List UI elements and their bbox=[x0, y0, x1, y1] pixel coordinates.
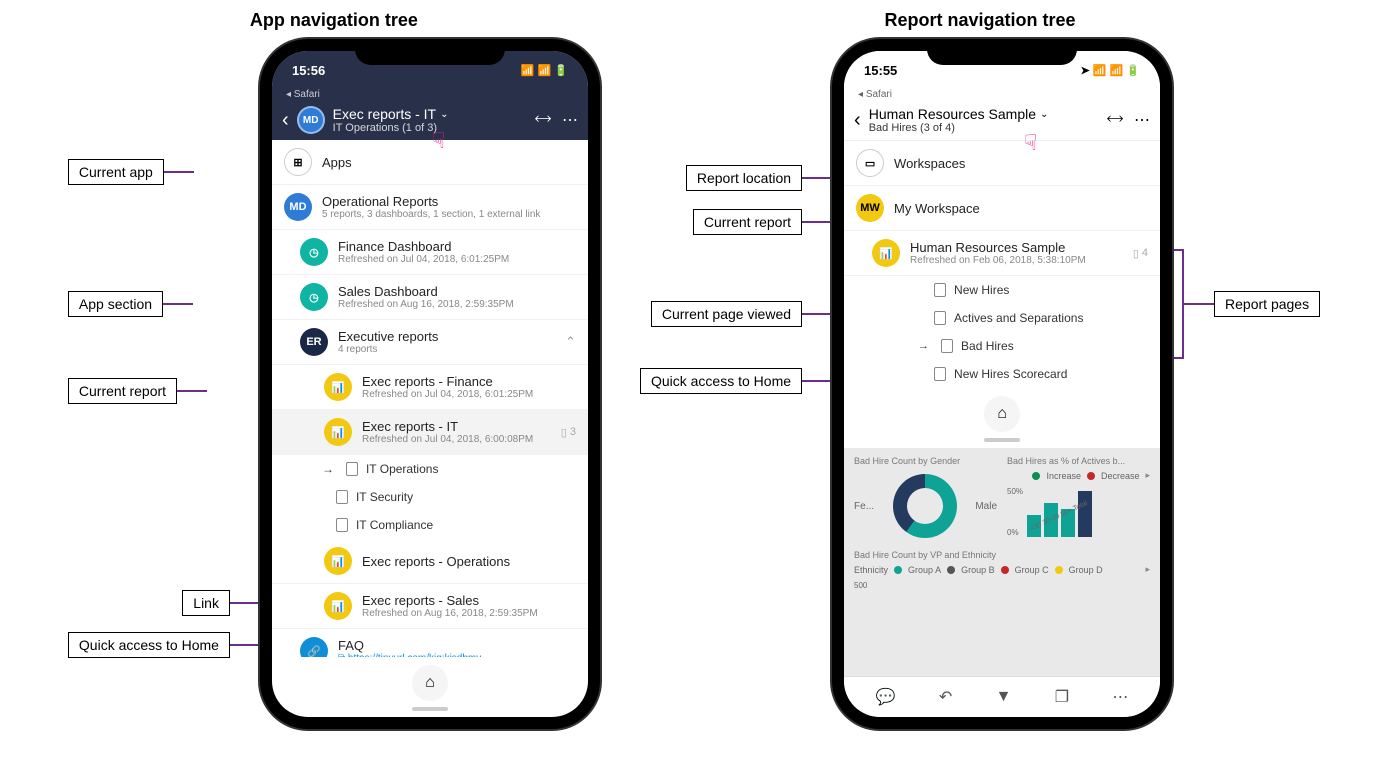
apps-icon: ⊞ bbox=[284, 148, 312, 176]
header-title[interactable]: Exec reports - IT ⌄ bbox=[333, 106, 528, 122]
left-section-title: App navigation tree bbox=[250, 10, 418, 31]
donut-label: Male bbox=[975, 501, 997, 512]
chart-title: Bad Hires as % of Actives b... bbox=[1007, 456, 1150, 466]
label-report-location: Report location bbox=[686, 165, 802, 191]
dashboard-row[interactable]: ◷ Sales DashboardRefreshed on Aug 16, 20… bbox=[272, 275, 588, 320]
donut-chart bbox=[893, 474, 957, 538]
page-row[interactable]: New Hires Scorecard bbox=[844, 360, 1160, 388]
label-current-app: Current app bbox=[68, 159, 164, 185]
more-icon[interactable]: ⋯ bbox=[562, 110, 578, 130]
expand-icon[interactable]: ⤢ bbox=[1102, 108, 1125, 131]
label-quick-home2: Quick access to Home bbox=[640, 368, 802, 394]
apps-row[interactable]: ⊞ Apps bbox=[272, 140, 588, 185]
report-icon: 📊 bbox=[872, 239, 900, 267]
page-count: ▯ 4 bbox=[1133, 247, 1148, 260]
section-row[interactable]: ER Executive reports4 reports ⌃ bbox=[272, 320, 588, 365]
report-row-current[interactable]: 📊 Exec reports - ITRefreshed on Jul 04, … bbox=[272, 410, 588, 455]
page-row-current[interactable]: IT Operations bbox=[272, 455, 588, 483]
section-avatar: ER bbox=[300, 328, 328, 356]
back-icon[interactable]: ‹ bbox=[282, 109, 289, 132]
page-icon bbox=[934, 283, 946, 297]
page-row[interactable]: IT Security bbox=[272, 483, 588, 511]
page-icon bbox=[941, 339, 953, 353]
page-icon bbox=[934, 311, 946, 325]
more-icon[interactable]: ⋯ bbox=[1134, 110, 1150, 130]
workspace-avatar: MW bbox=[856, 194, 884, 222]
header-sub: Bad Hires (3 of 4) bbox=[869, 122, 1100, 134]
donut-label: Fe... bbox=[854, 501, 874, 512]
report-icon: 📊 bbox=[324, 592, 352, 620]
report-header: ‹ Human Resources Sample ⌄ Bad Hires (3 … bbox=[844, 100, 1160, 141]
report-icon: 📊 bbox=[324, 373, 352, 401]
expand-icon[interactable]: ⤢ bbox=[530, 108, 553, 131]
label-curr-page: Current page viewed bbox=[651, 301, 802, 327]
filter-icon[interactable]: ▼ bbox=[996, 688, 1012, 706]
workspace-row[interactable]: MW My Workspace bbox=[844, 186, 1160, 231]
header-avatar: MD bbox=[297, 106, 325, 134]
page-row[interactable]: New Hires bbox=[844, 276, 1160, 304]
more-icon[interactable]: ⋯ bbox=[1112, 687, 1128, 707]
page-row[interactable]: IT Compliance bbox=[272, 511, 588, 539]
phone-left: 15:56 📶 📶 🔋 ◂ Safari ‹ MD Exec reports -… bbox=[260, 39, 600, 729]
label-quick-home: Quick access to Home bbox=[68, 632, 230, 658]
drag-handle[interactable] bbox=[984, 438, 1020, 442]
legend: Ethnicity Group A Group B Group C Group … bbox=[854, 564, 1150, 575]
report-icon: 📊 bbox=[324, 418, 352, 446]
page-icon bbox=[346, 462, 358, 476]
report-preview: Bad Hire Count by Gender Fe... Male Bad … bbox=[844, 448, 1160, 676]
right-section-title: Report navigation tree bbox=[885, 10, 1076, 31]
current-app-row[interactable]: MD Operational Reports5 reports, 3 dashb… bbox=[272, 185, 588, 230]
pages-icon[interactable]: ❐ bbox=[1055, 687, 1069, 707]
comment-icon[interactable]: 💬 bbox=[876, 687, 896, 707]
drag-handle[interactable] bbox=[412, 707, 448, 711]
label-link: Link bbox=[182, 590, 230, 616]
status-time: 15:55 bbox=[864, 63, 897, 78]
report-row-current[interactable]: 📊 Human Resources SampleRefreshed on Feb… bbox=[844, 231, 1160, 276]
app-header: ‹ MD Exec reports - IT ⌄ IT Operations (… bbox=[272, 100, 588, 140]
page-icon bbox=[336, 490, 348, 504]
chart-title: Bad Hire Count by Gender bbox=[854, 456, 997, 466]
label-current-report2: Current report bbox=[693, 209, 802, 235]
chart-title: Bad Hire Count by VP and Ethnicity bbox=[854, 550, 1150, 560]
safari-back[interactable]: ◂ Safari bbox=[272, 89, 588, 100]
status-time: 15:56 bbox=[292, 63, 325, 78]
label-report-pages: Report pages bbox=[1214, 291, 1320, 317]
chevron-down-icon: ⌄ bbox=[440, 109, 448, 120]
dashboard-row[interactable]: ◷ Finance DashboardRefreshed on Jul 04, … bbox=[272, 230, 588, 275]
dashboard-icon: ◷ bbox=[300, 238, 328, 266]
page-icon bbox=[336, 518, 348, 532]
page-count: ▯ 3 bbox=[561, 426, 576, 439]
home-button[interactable]: ⌂ bbox=[412, 665, 448, 701]
header-title[interactable]: Human Resources Sample ⌄ bbox=[869, 106, 1100, 122]
phone-right: 15:55 ➤ 📶 📶 🔋 ◂ Safari ‹ Human Resources… bbox=[832, 39, 1172, 729]
link-row[interactable]: 🔗 FAQ⧉ https://tinyurl.com/kjg;kjsdbmv bbox=[272, 629, 588, 657]
page-icon bbox=[934, 367, 946, 381]
back-icon[interactable]: ‹ bbox=[854, 109, 861, 132]
workspaces-icon: ▭ bbox=[856, 149, 884, 177]
home-button[interactable]: ⌂ bbox=[984, 396, 1020, 432]
report-row[interactable]: 📊 Exec reports - Operations bbox=[272, 539, 588, 584]
app-avatar: MD bbox=[284, 193, 312, 221]
bottom-bar: 💬 ↶ ▼ ❐ ⋯ bbox=[844, 676, 1160, 717]
chevron-up-icon: ⌃ bbox=[565, 334, 576, 350]
status-icons: 📶 📶 🔋 bbox=[521, 64, 568, 77]
undo-icon[interactable]: ↶ bbox=[939, 687, 952, 707]
workspaces-row[interactable]: ▭ Workspaces bbox=[844, 141, 1160, 186]
link-icon: 🔗 bbox=[300, 637, 328, 657]
page-row[interactable]: Actives and Separations bbox=[844, 304, 1160, 332]
dashboard-icon: ◷ bbox=[300, 283, 328, 311]
label-current-report: Current report bbox=[68, 378, 177, 404]
safari-back[interactable]: ◂ Safari bbox=[844, 89, 1160, 100]
label-app-section: App section bbox=[68, 291, 163, 317]
header-sub: IT Operations (1 of 3) bbox=[333, 122, 528, 134]
report-row[interactable]: 📊 Exec reports - SalesRefreshed on Aug 1… bbox=[272, 584, 588, 629]
chevron-down-icon: ⌄ bbox=[1040, 109, 1048, 120]
page-row-current[interactable]: Bad Hires bbox=[844, 332, 1160, 360]
report-row[interactable]: 📊 Exec reports - FinanceRefreshed on Jul… bbox=[272, 365, 588, 410]
report-icon: 📊 bbox=[324, 547, 352, 575]
axis-label: 500 bbox=[854, 581, 1150, 590]
status-icons: ➤ 📶 📶 🔋 bbox=[1081, 64, 1140, 77]
